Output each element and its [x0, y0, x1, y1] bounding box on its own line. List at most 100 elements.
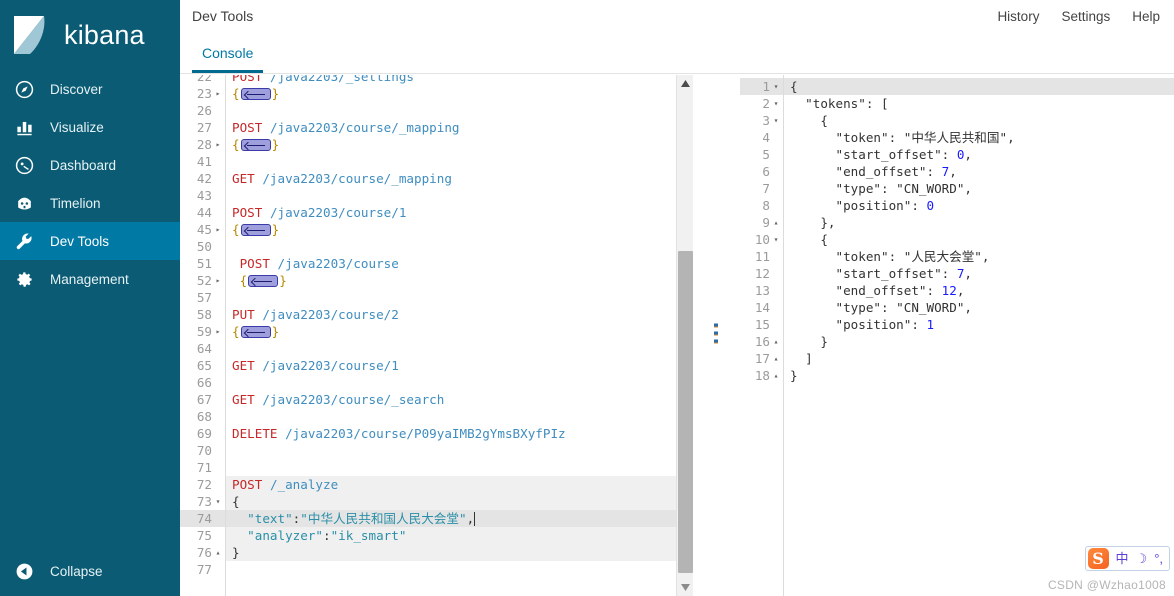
code-line[interactable] [226, 459, 693, 476]
code-line[interactable]: POST /java2203/_settings [226, 75, 693, 85]
code-line[interactable]: PUT /java2203/course/2 [226, 306, 693, 323]
fold-toggle-icon[interactable]: ▾ [213, 493, 223, 510]
code-line[interactable]: { [226, 493, 693, 510]
code-line[interactable]: DELETE /java2203/course/P09yaIMB2gYmsBXy… [226, 425, 693, 442]
code-line[interactable] [226, 561, 693, 578]
request-editor-pane[interactable]: 22 23 ▸ 26 27 28 ▸ 41 42 43 44 45 ▸ 50 51 52 ▸ 57 58 59 ▸ 64 6… [180, 75, 693, 596]
code-line[interactable]: { [784, 231, 1174, 248]
collapsed-region-badge[interactable] [248, 275, 279, 287]
code-line[interactable]: GET /java2203/course/1 [226, 357, 693, 374]
sogou-logo-icon[interactable]: S [1087, 548, 1109, 569]
code-line[interactable]: }, [784, 214, 1174, 231]
code-line[interactable] [226, 238, 693, 255]
fold-toggle-icon[interactable]: ▾ [771, 95, 781, 112]
collapsed-region-badge[interactable] [240, 224, 271, 236]
code-line[interactable]: { [784, 78, 1174, 95]
settings-link[interactable]: Settings [1061, 9, 1110, 24]
code-line[interactable]: {} [226, 221, 693, 238]
tab-console[interactable]: Console [192, 45, 264, 73]
code-line[interactable] [226, 408, 693, 425]
code-line[interactable]: {} [226, 323, 693, 340]
code-line[interactable]: "token": "人民大会堂", [784, 248, 1174, 265]
response-code[interactable]: { "tokens": [ { "token": "中华人民共和国", "sta… [784, 75, 1174, 596]
code-line[interactable]: {} [226, 272, 693, 289]
code-line[interactable]: } [784, 367, 1174, 384]
code-line[interactable]: "tokens": [ [784, 95, 1174, 112]
fold-toggle-icon[interactable]: ▸ [213, 221, 223, 238]
fold-toggle-icon[interactable]: ▴ [771, 367, 781, 384]
fold-toggle-icon[interactable]: ▴ [771, 333, 781, 350]
pane-divider[interactable] [693, 75, 740, 596]
code-line[interactable]: {} [226, 136, 693, 153]
code-line[interactable] [226, 340, 693, 357]
code-line[interactable]: "token": "中华人民共和国", [784, 129, 1174, 146]
ime-language-chinese-icon[interactable]: 中 [1116, 552, 1129, 565]
request-editor[interactable]: 22 23 ▸ 26 27 28 ▸ 41 42 43 44 45 ▸ 50 51 52 ▸ 57 58 59 ▸ 64 6… [180, 75, 693, 596]
sidebar-item-visualize[interactable]: Visualize [0, 108, 180, 146]
brand-home-link[interactable]: kibana [0, 0, 180, 70]
sidebar-item-management[interactable]: Management [0, 260, 180, 298]
code-line[interactable]: POST /java2203/course [226, 255, 693, 272]
fold-toggle-icon[interactable]: ▸ [213, 323, 223, 340]
request-gutter[interactable]: 22 23 ▸ 26 27 28 ▸ 41 42 43 44 45 ▸ 50 51 52 ▸ 57 58 59 ▸ 64 6… [180, 75, 226, 596]
fold-toggle-icon[interactable]: ▸ [213, 136, 223, 153]
code-line[interactable]: POST /java2203/course/1 [226, 204, 693, 221]
fold-toggle-icon[interactable]: ▾ [771, 78, 781, 95]
code-line[interactable] [226, 374, 693, 391]
request-code[interactable]: POST /java2203/_settings{} POST /java2203… [226, 75, 693, 596]
collapse-nav-button[interactable]: Collapse [0, 554, 180, 588]
code-line[interactable]: "position": 1 [784, 316, 1174, 333]
code-line[interactable]: { [784, 112, 1174, 129]
code-line[interactable]: ] [784, 350, 1174, 367]
pane-resize-handle[interactable] [714, 323, 719, 348]
scrollbar-thumb[interactable] [678, 251, 693, 573]
response-pane[interactable]: 1 ▾ 2 ▾ 3 ▾ 4 5 6 7 8 9 ▴ 10 ▾ 11 12 13 14 15 16 ▴ 17 ▴ 18 ▴ { "t… [740, 75, 1174, 596]
code-line[interactable]: "start_offset": 7, [784, 265, 1174, 282]
code-line[interactable]: "end_offset": 7, [784, 163, 1174, 180]
sidebar-item-timelion[interactable]: Timelion [0, 184, 180, 222]
fold-toggle-icon[interactable]: ▴ [771, 214, 781, 231]
code-line[interactable]: "start_offset": 0, [784, 146, 1174, 163]
code-line[interactable]: "text":"中华人民共和国人民大会堂", [226, 510, 693, 527]
sidebar-item-dashboard[interactable]: Dashboard [0, 146, 180, 184]
collapsed-region-badge[interactable] [240, 88, 271, 100]
request-editor-scrollbar[interactable] [676, 75, 693, 596]
collapsed-region-badge[interactable] [240, 326, 271, 338]
code-line[interactable]: POST /java2203/course/_mapping [226, 119, 693, 136]
help-link[interactable]: Help [1132, 9, 1160, 24]
code-line[interactable]: } [784, 333, 1174, 350]
code-line[interactable]: "analyzer":"ik_smart" [226, 527, 693, 544]
response-gutter[interactable]: 1 ▾ 2 ▾ 3 ▾ 4 5 6 7 8 9 ▴ 10 ▾ 11 12 13 14 15 16 ▴ 17 ▴ 18 ▴ [740, 75, 784, 596]
code-line[interactable]: {} [226, 85, 693, 102]
code-line[interactable] [226, 102, 693, 119]
ime-moon-icon[interactable]: ☽ [1136, 552, 1148, 565]
line-number: 12 [754, 266, 770, 281]
fold-toggle-icon[interactable]: ▴ [213, 544, 223, 561]
sidebar-item-discover[interactable]: Discover [0, 70, 180, 108]
fold-toggle-icon[interactable]: ▾ [771, 112, 781, 129]
code-line[interactable] [226, 289, 693, 306]
code-line[interactable]: "end_offset": 12, [784, 282, 1174, 299]
code-line[interactable] [226, 442, 693, 459]
sidebar-item-dev-tools[interactable]: Dev Tools [0, 222, 180, 260]
ime-punctuation-icon[interactable]: °, [1154, 552, 1163, 565]
code-line[interactable]: GET /java2203/course/_search [226, 391, 693, 408]
code-line[interactable] [226, 153, 693, 170]
code-line[interactable]: "position": 0 [784, 197, 1174, 214]
sogou-ime-toolbar[interactable]: S 中 ☽ °, [1084, 546, 1170, 571]
collapsed-region-badge[interactable] [240, 139, 271, 151]
history-link[interactable]: History [997, 9, 1039, 24]
fold-toggle-icon[interactable]: ▴ [771, 350, 781, 367]
fold-toggle-icon[interactable]: ▸ [213, 85, 223, 102]
code-line[interactable] [226, 187, 693, 204]
code-line[interactable]: "type": "CN_WORD", [784, 180, 1174, 197]
fold-toggle-icon[interactable]: ▾ [771, 231, 781, 248]
code-line[interactable]: POST /_analyze [226, 476, 693, 493]
scroll-up-arrow-icon[interactable] [677, 75, 693, 92]
fold-toggle-icon[interactable]: ▸ [213, 272, 223, 289]
response-editor[interactable]: 1 ▾ 2 ▾ 3 ▾ 4 5 6 7 8 9 ▴ 10 ▾ 11 12 13 14 15 16 ▴ 17 ▴ 18 ▴ { "t… [740, 75, 1174, 596]
code-line[interactable]: "type": "CN_WORD", [784, 299, 1174, 316]
scroll-down-arrow-icon[interactable] [677, 579, 693, 596]
code-line[interactable]: } [226, 544, 693, 561]
code-line[interactable]: GET /java2203/course/_mapping [226, 170, 693, 187]
